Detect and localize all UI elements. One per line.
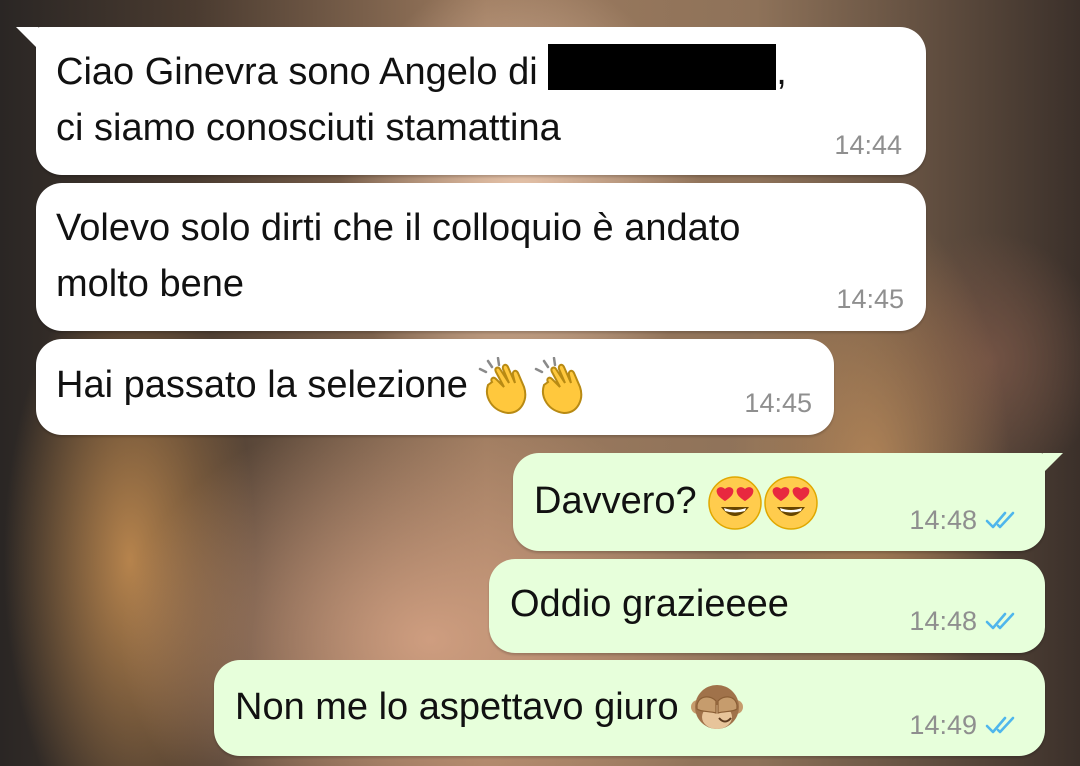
message-text: Volevo solo dirti che il colloquio è and… xyxy=(56,207,741,249)
message-bubble-incoming[interactable]: Volevo solo dirti che il colloquio è and… xyxy=(36,183,926,331)
message-text-line2: molto bene xyxy=(56,263,245,305)
message-timestamp: 14:48 xyxy=(909,505,977,535)
heart-eyes-face-icon xyxy=(763,475,819,531)
read-receipt-ticks-icon xyxy=(985,716,1015,734)
message-text-line2: ci siamo conosciuti stamattina xyxy=(56,107,561,149)
message-bubble-incoming[interactable]: Ciao Ginevra sono Angelo di , ci siamo c… xyxy=(36,27,926,175)
message-timestamp: 14:45 xyxy=(836,284,904,314)
message-text: Oddio grazieeee xyxy=(510,583,789,625)
message-bubble-outgoing[interactable]: Davvero? 14:48 xyxy=(513,453,1045,551)
message-timestamp: 14:48 xyxy=(909,606,977,636)
message-text: Hai passato la selezione xyxy=(56,357,590,417)
message-timestamp: 14:44 xyxy=(834,130,902,160)
message-bubble-incoming[interactable]: Hai passato la selezione 14:45 xyxy=(36,339,834,435)
message-bubble-outgoing[interactable]: Oddio grazieeee 14:48 xyxy=(489,559,1045,653)
message-text: Ciao Ginevra sono Angelo di , xyxy=(56,44,787,100)
heart-eyes-face-icon xyxy=(707,475,763,531)
message-bubble-outgoing[interactable]: Non me lo aspettavo giuro 14:49 xyxy=(214,660,1045,756)
see-no-evil-monkey-icon xyxy=(689,681,745,737)
message-text: Non me lo aspettavo giuro xyxy=(235,679,745,737)
clapping-hands-icon xyxy=(478,357,534,417)
message-timestamp: 14:49 xyxy=(909,710,977,740)
bubble-tail-outgoing xyxy=(1043,453,1063,473)
redacted-name-block xyxy=(548,44,777,90)
message-text-content: Hai passato la selezione xyxy=(56,364,468,407)
message-text: Davvero? xyxy=(534,473,819,531)
message-text-content: Non me lo aspettavo giuro xyxy=(235,686,679,728)
message-timestamp: 14:45 xyxy=(744,388,812,418)
message-text-content: Davvero? xyxy=(534,480,697,522)
read-receipt-ticks-icon xyxy=(985,511,1015,529)
bubble-tail-incoming xyxy=(16,27,38,49)
read-receipt-ticks-icon xyxy=(985,612,1015,630)
clapping-hands-icon xyxy=(534,357,590,417)
